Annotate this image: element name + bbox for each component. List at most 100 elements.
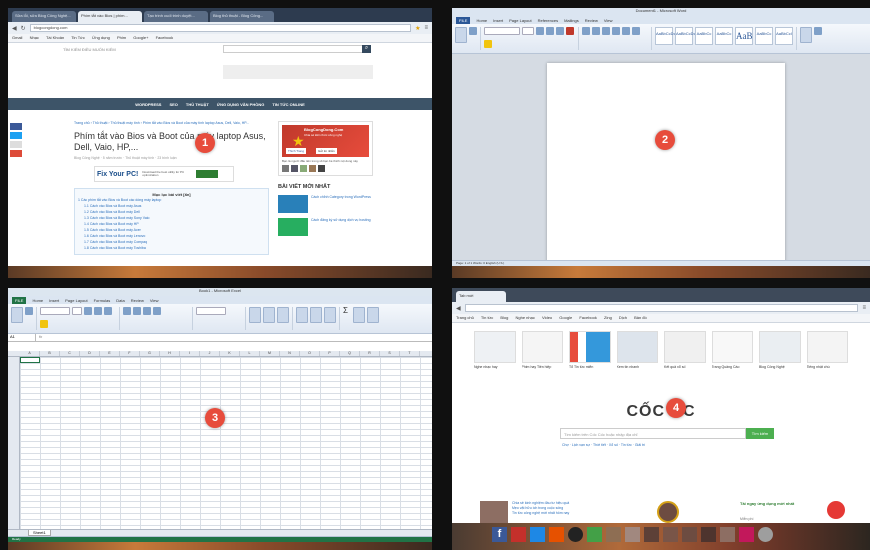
sort-filter-icon[interactable] (353, 307, 365, 323)
speed-dial-tile[interactable]: Nghe nhạc hay (474, 331, 516, 369)
column-header[interactable]: C (60, 351, 80, 356)
bookmark-item[interactable]: Phim (117, 35, 126, 40)
facebook-icon[interactable]: f (492, 527, 507, 542)
selected-cell[interactable] (20, 357, 40, 363)
worksheet-grid[interactable]: A B C D E F G H I J K L M N O P Q R S T (8, 351, 432, 529)
bookmark-item[interactable]: Trang chủ (456, 315, 474, 320)
column-header[interactable]: L (240, 351, 260, 356)
bookmark-item[interactable]: Zing (604, 315, 612, 320)
style-normal[interactable]: AaBbCcDc (655, 27, 676, 45)
tile-thumbnail[interactable] (759, 331, 801, 363)
game-app-icon[interactable] (682, 527, 697, 542)
column-header[interactable]: I (180, 351, 200, 356)
column-header[interactable]: H (160, 351, 180, 356)
bookmark-item[interactable]: Nghe nhạc (516, 315, 535, 320)
game-app-icon[interactable] (701, 527, 716, 542)
style-heading1[interactable]: AaBbCc (695, 27, 713, 45)
column-header[interactable]: S (380, 351, 400, 356)
align-center-icon[interactable] (612, 27, 620, 35)
bookmark-item[interactable]: Ứng dụng (92, 35, 110, 40)
browser-tab-active[interactable]: Phím tắt vào Bios | phím... (78, 11, 142, 22)
delete-cells-icon[interactable] (310, 307, 322, 323)
post-title[interactable]: Cách đăng ký sử dụng dịch vụ hosting (311, 218, 371, 236)
tile-label[interactable]: Phim hay Tiên hiệp (522, 365, 564, 369)
nav-item[interactable]: SEO (169, 102, 177, 107)
back-icon[interactable]: ◀ (12, 25, 17, 32)
number-format-select[interactable] (196, 307, 226, 315)
tile-label[interactable]: Tổ Tin tức miễn (569, 365, 611, 369)
nav-item[interactable]: TIN TỨC ONLINE (272, 102, 304, 107)
search-input[interactable]: Tìm kiếm trên Cốc Cốc hoặc nhập địa chỉ (560, 428, 746, 439)
add-icon[interactable] (758, 527, 773, 542)
tab-view[interactable]: View (150, 298, 159, 303)
tab-formulas[interactable]: Formulas (94, 298, 111, 303)
url-input[interactable]: blogcongdong.com (29, 24, 412, 32)
align-right-icon[interactable] (622, 27, 630, 35)
merge-icon[interactable] (153, 307, 161, 315)
cut-icon[interactable] (25, 307, 33, 315)
avatar[interactable] (300, 165, 307, 172)
page-name[interactable]: BlogCongDong.Com (304, 127, 343, 132)
app-icon[interactable] (568, 527, 583, 542)
bold-icon[interactable] (84, 307, 92, 315)
bookmark-item[interactable]: Tài Khoản (46, 35, 64, 40)
numbering-icon[interactable] (592, 27, 600, 35)
speed-dial-tile[interactable]: Phim hay Tiên hiệp (521, 331, 564, 369)
site-search-input[interactable] (223, 45, 363, 53)
tab-review[interactable]: Review (585, 18, 598, 23)
tab-view[interactable]: View (604, 18, 613, 23)
bookmark-item[interactable]: Nhạc (30, 35, 39, 40)
tile-thumbnail[interactable] (664, 331, 706, 363)
tab-home[interactable]: Home (476, 18, 487, 23)
style-title[interactable]: AaB (735, 27, 753, 45)
style-heading2[interactable]: AaBbCc (715, 27, 733, 45)
bold-icon[interactable] (536, 27, 544, 35)
browser-tab[interactable]: Blog thủ thuật - Blog Công... (210, 11, 274, 22)
nav-item[interactable]: WORDPRESS (135, 102, 161, 107)
column-header[interactable]: F (120, 351, 140, 356)
column-header[interactable]: K (220, 351, 240, 356)
game-app-icon[interactable] (606, 527, 621, 542)
game-app-icon[interactable] (644, 527, 659, 542)
font-name-select[interactable] (484, 27, 520, 35)
message-button[interactable]: Gửi tin nhắn (316, 148, 337, 154)
style-no-spacing[interactable]: AaBbCcDc (675, 27, 696, 45)
paste-icon[interactable] (455, 27, 467, 43)
tab-review[interactable]: Review (131, 298, 144, 303)
browser-tab-active[interactable]: Tab mới (456, 291, 506, 302)
font-name-select[interactable] (40, 307, 70, 315)
font-color-icon[interactable] (566, 27, 574, 35)
tile-label[interactable]: Trang Quảng Cáo (712, 365, 754, 369)
fx-icon[interactable]: fx (36, 334, 45, 341)
align-left-icon[interactable] (123, 307, 131, 315)
bookmark-item[interactable]: Google+ (133, 35, 148, 40)
bookmark-item[interactable]: Tin tức (481, 315, 493, 320)
italic-icon[interactable] (546, 27, 554, 35)
speed-dial-tile[interactable]: Blog Công Nghệ (759, 331, 801, 369)
conditional-formatting-icon[interactable] (249, 307, 261, 323)
format-cells-icon[interactable] (324, 307, 336, 323)
cells-area[interactable] (20, 357, 432, 529)
news-item[interactable]: Tin tức công nghệ mới nhất hôm nay (512, 511, 632, 516)
column-header[interactable]: R (360, 351, 380, 356)
document-page[interactable] (547, 63, 785, 263)
facebook-share-icon[interactable] (10, 123, 22, 130)
bookmark-item[interactable]: Blog (500, 315, 508, 320)
app-icon[interactable] (587, 527, 602, 542)
tab-references[interactable]: References (538, 18, 558, 23)
align-left-icon[interactable] (602, 27, 610, 35)
bookmark-item[interactable]: Tin Tức (71, 35, 85, 40)
cell-styles-icon[interactable] (277, 307, 289, 323)
menu-icon[interactable]: ≡ (862, 305, 866, 311)
italic-icon[interactable] (94, 307, 102, 315)
youtube-icon[interactable] (511, 527, 526, 542)
news-thumbnail[interactable] (480, 501, 508, 523)
format-as-table-icon[interactable] (263, 307, 275, 323)
quick-links[interactable]: Chợ · Lịch vạn sự · Thời tiết · Xổ số · … (562, 443, 645, 447)
browser-tab[interactable]: Sửa lỗi, sửa Blog Công Nghệ... (12, 11, 76, 22)
nav-item[interactable]: THỦ THUẬT (186, 102, 209, 107)
column-header[interactable]: A (20, 351, 40, 356)
column-header[interactable]: M (260, 351, 280, 356)
promo-mascot-icon[interactable] (827, 501, 845, 519)
tab-file[interactable]: FILE (12, 296, 27, 304)
